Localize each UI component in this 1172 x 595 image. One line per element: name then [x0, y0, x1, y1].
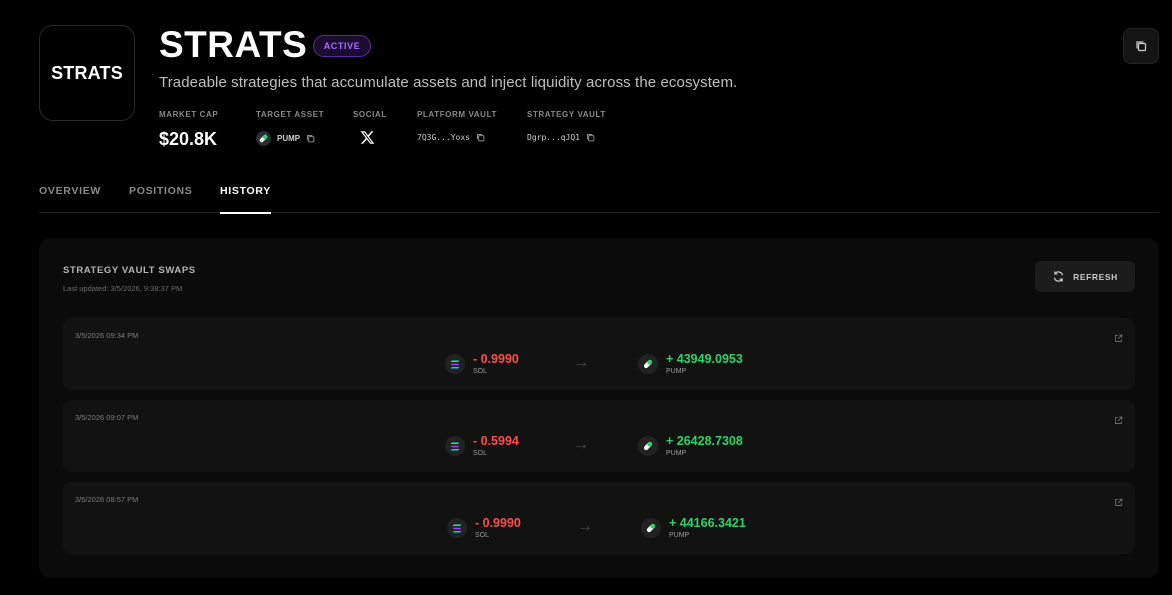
pill-icon — [638, 354, 658, 374]
strategy-vault-label: STRATEGY VAULT — [527, 110, 606, 119]
strategy-logo: STRATS — [39, 25, 135, 121]
swap-row: 3/5/2026 09:07 PM - 0.5994 SOL → + 26428… — [63, 400, 1135, 472]
sol-icon — [445, 354, 465, 374]
swap-row: 3/5/2026 09:34 PM - 0.9990 SOL → + 43949… — [63, 318, 1135, 390]
last-updated: Last updated: 3/5/2026, 9:38:37 PM — [63, 284, 183, 293]
market-cap-value: $20.8K — [159, 129, 218, 149]
arrow-right-icon: → — [573, 436, 589, 453]
refresh-icon — [1053, 271, 1064, 282]
strategy-vault-stat: STRATEGY VAULT Dgrp...qJQ1 — [527, 110, 606, 142]
tab-positions[interactable]: POSITIONS — [129, 185, 192, 213]
platform-vault-label: PLATFORM VAULT — [417, 110, 497, 119]
from-amount: - 0.9990 — [475, 516, 521, 530]
to-amount: + 43949.0953 — [666, 352, 743, 366]
copy-target-asset-button[interactable] — [306, 134, 315, 143]
market-cap-stat: MARKET CAP $20.8K — [159, 110, 218, 150]
swap-time: 3/5/2026 08:57 PM — [75, 495, 139, 504]
page: STRATS STRATS ACTIVE Tradeable strategie… — [0, 0, 1172, 595]
page-title: STRATS — [159, 24, 308, 65]
sol-icon — [447, 518, 467, 538]
tab-overview[interactable]: OVERVIEW — [39, 185, 101, 213]
from-symbol: SOL — [473, 368, 488, 375]
external-link-icon — [1115, 416, 1123, 424]
swap-from: - 0.5994 SOL — [445, 434, 519, 457]
external-link-button[interactable] — [1114, 494, 1123, 512]
pill-icon — [638, 436, 658, 456]
swaps-panel: STRATEGY VAULT SWAPS Last updated: 3/5/2… — [39, 238, 1159, 578]
copy-icon — [307, 135, 315, 143]
swap-from: - 0.9990 SOL — [445, 352, 519, 375]
from-amount: - 0.5994 — [473, 434, 519, 448]
swap-time: 3/5/2026 09:34 PM — [75, 331, 139, 340]
refresh-button[interactable]: REFRESH — [1035, 261, 1135, 292]
sol-icon — [445, 436, 465, 456]
tab-history[interactable]: HISTORY — [220, 185, 271, 214]
external-link-button[interactable] — [1114, 330, 1123, 348]
from-symbol: SOL — [475, 532, 490, 539]
from-symbol: SOL — [473, 450, 488, 457]
x-logo-icon — [360, 131, 375, 144]
copy-icon — [1136, 41, 1147, 52]
tab-bar: OVERVIEW POSITIONS HISTORY — [39, 185, 1159, 214]
status-badge: ACTIVE — [313, 35, 371, 57]
target-asset-label: TARGET ASSET — [256, 110, 325, 119]
target-asset-stat: TARGET ASSET PUMP — [256, 110, 324, 146]
market-cap-label: MARKET CAP — [159, 110, 219, 119]
external-link-icon — [1115, 334, 1123, 342]
swap-to: + 26428.7308 PUMP — [638, 434, 743, 457]
to-amount: + 44166.3421 — [669, 516, 746, 530]
arrow-right-icon: → — [577, 518, 593, 535]
to-symbol: PUMP — [666, 450, 687, 457]
external-link-icon — [1115, 498, 1123, 506]
copy-button[interactable] — [1123, 28, 1159, 64]
arrow-right-icon: → — [573, 354, 589, 371]
platform-vault-stat: PLATFORM VAULT 7Q3G...Yoxs — [417, 110, 497, 142]
strategy-vault-address: Dgrp...qJQ1 — [527, 133, 580, 142]
x-social-link[interactable] — [360, 130, 375, 145]
social-stat: SOCIAL — [353, 110, 387, 145]
swap-row: 3/5/2026 08:57 PM - 0.9990 SOL → + 44166… — [63, 482, 1135, 554]
swap-to: + 43949.0953 PUMP — [638, 352, 743, 375]
external-link-button[interactable] — [1114, 412, 1123, 430]
logo-text: STRATS — [51, 62, 123, 83]
copy-strategy-vault-button[interactable] — [586, 133, 595, 142]
from-amount: - 0.9990 — [473, 352, 519, 366]
pill-icon — [641, 518, 661, 538]
copy-icon — [586, 134, 595, 142]
swap-to: + 44166.3421 PUMP — [641, 516, 746, 539]
target-asset-value: PUMP — [277, 134, 301, 143]
refresh-label: REFRESH — [1073, 271, 1118, 282]
to-amount: + 26428.7308 — [666, 434, 743, 448]
swap-time: 3/5/2026 09:07 PM — [75, 413, 139, 422]
page-description: Tradeable strategies that accumulate ass… — [159, 74, 738, 91]
copy-platform-vault-button[interactable] — [476, 133, 485, 142]
to-symbol: PUMP — [666, 368, 687, 375]
platform-vault-address: 7Q3G...Yoxs — [417, 133, 470, 142]
pill-icon — [256, 131, 271, 146]
to-symbol: PUMP — [669, 532, 690, 539]
swap-from: - 0.9990 SOL — [447, 516, 521, 539]
social-label: SOCIAL — [353, 110, 387, 119]
panel-title: STRATEGY VAULT SWAPS — [63, 265, 196, 276]
copy-icon — [476, 134, 485, 142]
